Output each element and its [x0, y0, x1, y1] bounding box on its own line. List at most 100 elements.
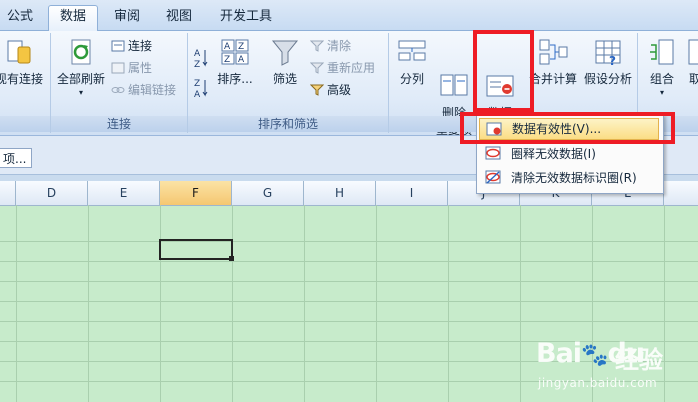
column-header-g[interactable]: G	[232, 181, 304, 205]
menu-item-circle-invalid-data-label: 圈释无效数据(I)	[511, 147, 596, 161]
group-button[interactable]: 组合 ▾	[642, 37, 682, 98]
properties-label: 属性	[128, 61, 153, 75]
highlight-data-validation-menu-item	[460, 112, 675, 144]
what-if-analysis-icon: ?	[593, 37, 623, 68]
group-get-external-data: 现有连接	[0, 33, 51, 133]
group-sort-filter: AZ ZA AZZA 排序... 筛选 清除 重新应用 高级 排序和筛选	[188, 33, 389, 133]
group-label: 组合	[649, 72, 674, 86]
tab-developer[interactable]: 开发工具	[214, 6, 278, 28]
existing-connections-icon	[4, 37, 34, 67]
circle-invalid-data-icon	[485, 146, 501, 161]
sort-za-button[interactable]: ZA	[193, 77, 209, 101]
edit-links-label: 编辑链接	[128, 83, 177, 97]
watermark-url: jingyan.baidu.com	[538, 376, 658, 390]
advanced-filter-button[interactable]: 高级	[309, 82, 352, 99]
advanced-filter-label: 高级	[327, 83, 352, 97]
grid-line	[0, 321, 698, 322]
filter-label: 筛选	[272, 72, 297, 86]
reapply-icon	[309, 62, 325, 74]
name-box[interactable]: 项...	[0, 148, 32, 168]
consolidate-button[interactable]: 合并计算	[527, 37, 579, 88]
existing-connections-label: 现有连接	[0, 72, 43, 86]
sort-za-icon: ZA	[194, 79, 208, 100]
existing-connections-button[interactable]: 现有连接	[0, 37, 48, 88]
grid-line	[0, 241, 698, 242]
grid-line	[16, 205, 17, 402]
sort-icon: AZZA	[220, 37, 250, 67]
clear-validation-circles-icon	[485, 170, 501, 185]
what-if-analysis-label: 假设分析	[583, 72, 632, 86]
grid-line	[0, 261, 698, 262]
connections-icon	[111, 40, 125, 52]
refresh-all-dropdown-icon: ▾	[78, 88, 83, 97]
menu-item-circle-invalid-data[interactable]: 圈释无效数据(I)	[479, 143, 659, 165]
column-header-m-partial[interactable]	[664, 181, 698, 205]
sort-az-icon: AZ	[194, 49, 208, 70]
edit-links-icon	[111, 84, 125, 96]
text-to-columns-icon	[397, 37, 427, 67]
svg-text:Z: Z	[194, 79, 200, 89]
tab-review[interactable]: 审阅	[106, 6, 148, 28]
column-header-e[interactable]: E	[88, 181, 160, 205]
tab-view[interactable]: 视图	[158, 6, 200, 28]
sort-az-button[interactable]: AZ	[193, 47, 209, 71]
tab-formulas[interactable]: 公式	[0, 6, 40, 28]
svg-text:A: A	[194, 49, 201, 59]
svg-text:Z: Z	[194, 60, 200, 69]
svg-text:A: A	[194, 90, 201, 99]
edit-links-button[interactable]: 编辑链接	[111, 82, 176, 99]
grid-line	[160, 205, 161, 402]
grid-line	[0, 301, 698, 302]
column-header-f[interactable]: F	[160, 181, 232, 205]
sort-label: 排序...	[217, 72, 253, 86]
grid-line	[448, 205, 449, 402]
grid-line	[232, 205, 233, 402]
tab-data[interactable]: 数据	[48, 5, 98, 31]
clear-filter-icon	[309, 40, 325, 52]
ungroup-icon	[683, 37, 698, 67]
menu-item-clear-validation-circles[interactable]: 清除无效数据标识圈(R)	[479, 167, 659, 189]
watermark-chinese: 经验	[615, 346, 663, 374]
ungroup-button[interactable]: 取	[682, 37, 698, 88]
sort-button[interactable]: AZZA 排序...	[212, 37, 258, 88]
grid-line	[376, 205, 377, 402]
svg-text:Z: Z	[224, 55, 230, 65]
column-header-c-partial[interactable]	[0, 181, 16, 205]
selected-cell[interactable]	[159, 239, 233, 260]
reapply-label: 重新应用	[327, 61, 376, 75]
connections-button[interactable]: 连接	[111, 38, 152, 55]
refresh-all-button[interactable]: 全部刷新 ▾	[55, 37, 107, 98]
group-connections: 全部刷新 ▾ 连接 属性 编辑链接 连接	[51, 33, 188, 133]
baidu-jingyan-watermark: Bai🐾du 经验 jingyan.baidu.com	[530, 332, 690, 394]
grid-line	[520, 205, 521, 402]
ribbon-tab-bar: 公式 数据 审阅 视图 开发工具	[0, 0, 698, 31]
advanced-filter-icon	[309, 84, 325, 96]
group-label-sort-filter: 排序和筛选	[188, 116, 388, 132]
properties-icon	[111, 62, 125, 74]
refresh-all-label: 全部刷新	[56, 72, 105, 86]
group-dropdown-icon: ▾	[659, 88, 664, 97]
grid-line	[88, 205, 89, 402]
column-header-d[interactable]: D	[16, 181, 88, 205]
text-to-columns-label: 分列	[399, 72, 424, 86]
group-icon	[647, 37, 677, 67]
remove-duplicates-icon	[439, 54, 469, 96]
ungroup-label: 取	[688, 72, 698, 86]
properties-button[interactable]: 属性	[111, 60, 152, 77]
consolidate-icon	[538, 37, 568, 67]
fill-handle[interactable]	[229, 256, 234, 261]
what-if-analysis-button[interactable]: ? 假设分析	[581, 37, 635, 88]
highlight-data-validation-button	[473, 30, 534, 112]
svg-text:A: A	[224, 42, 231, 52]
filter-button[interactable]: 筛选	[264, 37, 306, 88]
filter-funnel-icon	[270, 37, 300, 67]
text-to-columns-button[interactable]: 分列	[393, 37, 431, 88]
refresh-all-icon	[66, 37, 96, 67]
grid-line	[0, 281, 698, 282]
column-header-i[interactable]: I	[376, 181, 448, 205]
clear-filter-label: 清除	[327, 39, 352, 53]
clear-filter-button[interactable]: 清除	[309, 38, 352, 55]
consolidate-label: 合并计算	[528, 72, 577, 86]
reapply-button[interactable]: 重新应用	[309, 60, 376, 77]
column-header-h[interactable]: H	[304, 181, 376, 205]
